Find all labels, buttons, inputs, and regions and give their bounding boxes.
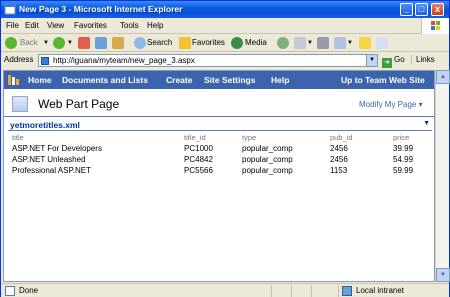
web-part-page-icon (12, 96, 28, 112)
address-url[interactable]: http://iguana/myteam/new_page_3.aspx (53, 56, 195, 65)
forward-arrow-icon[interactable] (53, 37, 65, 49)
page-icon (41, 57, 49, 65)
go-button[interactable]: ➜ Go (382, 55, 405, 68)
chevron-down-icon: ▾ (418, 100, 423, 109)
status-divider (291, 285, 292, 297)
status-bar: Done Local intranet (1, 283, 449, 297)
table-cell: 59.99 (393, 166, 414, 175)
menu-view[interactable]: View (47, 21, 64, 30)
forward-dropdown-icon[interactable]: ▼ (67, 36, 73, 50)
edit-icon[interactable] (334, 37, 346, 49)
refresh-icon[interactable] (95, 37, 107, 49)
media-icon[interactable] (231, 37, 243, 49)
menu-edit[interactable]: Edit (25, 21, 39, 30)
page-title: Web Part Page (38, 97, 120, 111)
windows-logo-icon (421, 18, 449, 34)
scroll-up-icon[interactable]: ▲ (436, 70, 450, 84)
mail-icon[interactable] (294, 37, 306, 49)
column-header-type: type (242, 133, 257, 142)
nav-home[interactable]: Home (28, 75, 52, 85)
search-icon[interactable] (134, 37, 146, 49)
table-cell: 2456 (330, 144, 348, 153)
ie-app-icon (4, 3, 16, 15)
table-cell: popular_comp (242, 155, 293, 164)
maximize-button[interactable]: □ (415, 3, 428, 16)
column-header-title: title (12, 133, 24, 142)
sharepoint-logo-icon (8, 75, 19, 85)
web-part-menu-icon[interactable]: ▼ (423, 120, 430, 127)
close-button[interactable]: x (431, 3, 444, 16)
print-icon[interactable] (317, 37, 329, 49)
table-cell: PC1000 (184, 144, 213, 153)
table-cell: 2456 (330, 155, 348, 164)
page-header: Web Part Page Modify My Page ▾ (4, 91, 434, 117)
address-label: Address (4, 55, 34, 64)
security-zone: Local intranet (356, 286, 405, 295)
modify-my-page-button[interactable]: Modify My Page ▾ (359, 100, 423, 109)
web-part-title[interactable]: yetmoretitles.xml (10, 120, 80, 130)
address-input[interactable]: http://iguana/myteam/new_page_3.aspx ▼ (38, 54, 378, 67)
page-done-icon (5, 286, 15, 296)
title-bar[interactable]: New Page 3 - Microsoft Internet Explorer… (1, 1, 449, 18)
edit-dropdown-icon[interactable]: ▼ (347, 36, 353, 50)
status-text: Done (19, 286, 39, 295)
table-cell: Professional ASP.NET (12, 166, 92, 175)
favorites-button[interactable]: Favorites (192, 36, 225, 50)
media-button[interactable]: Media (245, 36, 267, 50)
status-divider (271, 285, 272, 297)
column-header-title-id: title_id (184, 133, 206, 142)
back-dropdown-icon[interactable]: ▼ (43, 36, 49, 50)
mail-dropdown-icon[interactable]: ▼ (307, 36, 313, 50)
favorites-star-icon[interactable] (179, 37, 191, 49)
table-cell: PC5566 (184, 166, 213, 175)
menu-help[interactable]: Help (147, 21, 163, 30)
table-cell: 54.99 (393, 155, 414, 164)
back-button[interactable]: Back (20, 36, 38, 50)
stop-icon[interactable] (78, 37, 90, 49)
menu-tools[interactable]: Tools (120, 21, 139, 30)
page-content: Home Documents and Lists Create Site Set… (3, 70, 435, 282)
scroll-down-icon[interactable]: ▼ (436, 268, 450, 282)
home-icon[interactable] (112, 37, 124, 49)
menu-file[interactable]: File (6, 21, 19, 30)
nav-documents-and-lists[interactable]: Documents and Lists (62, 75, 148, 85)
xml-web-part: yetmoretitles.xml ▼ title title_id type … (8, 119, 434, 183)
nav-up-to-team-site[interactable]: Up to Team Web Site (341, 75, 425, 85)
address-dropdown-icon[interactable]: ▼ (366, 55, 377, 66)
back-arrow-icon[interactable] (5, 37, 17, 49)
links-button[interactable]: Links (411, 55, 435, 64)
window-title: New Page 3 - Microsoft Internet Explorer (19, 4, 183, 14)
intranet-zone-icon (342, 286, 352, 296)
search-button[interactable]: Search (147, 36, 172, 50)
table-cell: PC4842 (184, 155, 213, 164)
table-cell: ASP.NET For Developers (12, 144, 102, 153)
browser-window: New Page 3 - Microsoft Internet Explorer… (0, 0, 450, 297)
modify-label: Modify My Page (359, 100, 417, 109)
sharepoint-nav-bar: Home Documents and Lists Create Site Set… (4, 71, 434, 89)
column-header-price: price (393, 133, 410, 142)
history-icon[interactable] (277, 37, 289, 49)
web-part-title-bar: yetmoretitles.xml ▼ (8, 119, 432, 131)
discuss-icon[interactable] (359, 37, 371, 49)
table-cell: popular_comp (242, 144, 293, 153)
status-divider (338, 285, 339, 297)
go-arrow-icon: ➜ (382, 58, 392, 68)
table-cell: 39.99 (393, 144, 414, 153)
vertical-scrollbar[interactable]: ▲ ▼ (435, 70, 450, 282)
table-cell: ASP.NET Unleashed (12, 155, 86, 164)
nav-create[interactable]: Create (166, 75, 192, 85)
nav-help[interactable]: Help (271, 75, 289, 85)
menu-favorites[interactable]: Favorites (74, 21, 107, 30)
messenger-icon[interactable] (376, 37, 388, 49)
go-label: Go (394, 55, 405, 64)
minimize-button[interactable]: _ (400, 3, 413, 16)
toolbar: Back ▼ ▼ Search Favorites Media ▼ ▼ (1, 34, 449, 52)
status-divider (311, 285, 312, 297)
menu-bar: File Edit View Favorites Tools Help (1, 18, 449, 34)
column-header-pub-id: pub_id (330, 133, 353, 142)
address-bar: Address http://iguana/myteam/new_page_3.… (1, 53, 449, 68)
table-cell: popular_comp (242, 166, 293, 175)
nav-site-settings[interactable]: Site Settings (204, 75, 255, 85)
table-cell: 1153 (330, 166, 348, 175)
